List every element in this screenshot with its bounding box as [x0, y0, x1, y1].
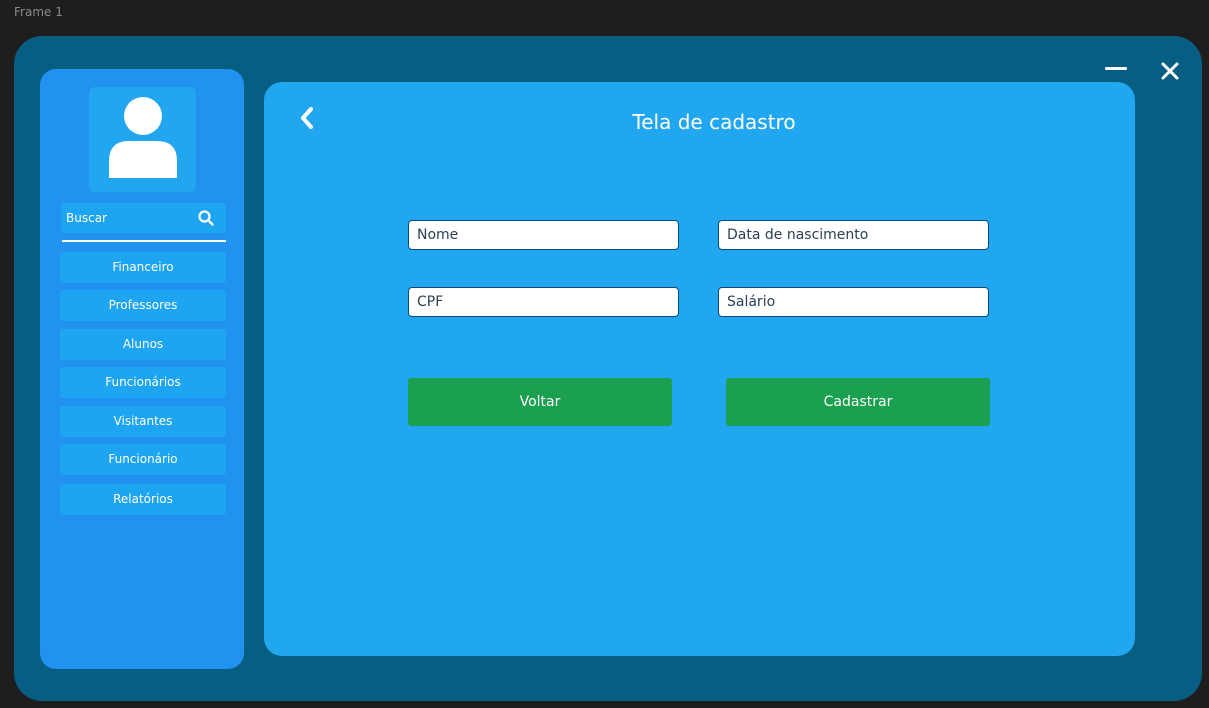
search-underline	[62, 240, 226, 242]
sidebar-item-relatorios[interactable]: Relatórios	[60, 484, 226, 515]
page-title: Tela de cadastro	[632, 110, 796, 134]
search-box[interactable]: Buscar	[61, 203, 226, 233]
minimize-icon[interactable]	[1105, 67, 1127, 70]
nome-field[interactable]	[408, 220, 679, 250]
search-icon[interactable]	[197, 209, 215, 231]
close-icon[interactable]	[1160, 58, 1180, 84]
user-icon	[109, 97, 177, 178]
main-panel	[264, 82, 1135, 656]
sidebar-item-financeiro[interactable]: Financeiro	[60, 252, 226, 283]
sidebar-item-visitantes[interactable]: Visitantes	[60, 406, 226, 437]
search-label: Buscar	[66, 211, 107, 225]
cadastrar-button[interactable]: Cadastrar	[726, 378, 990, 426]
sidebar-item-alunos[interactable]: Alunos	[60, 329, 226, 360]
sidebar-item-funcionarios[interactable]: Funcionários	[60, 367, 226, 398]
cpf-field[interactable]	[408, 287, 679, 317]
sidebar-item-funcionario[interactable]: Funcionário	[60, 444, 226, 475]
data-nascimento-field[interactable]	[718, 220, 989, 250]
sidebar-item-professores[interactable]: Professores	[60, 290, 226, 321]
avatar	[89, 87, 196, 192]
salario-field[interactable]	[718, 287, 989, 317]
voltar-button[interactable]: Voltar	[408, 378, 672, 426]
frame-label: Frame 1	[14, 5, 63, 19]
